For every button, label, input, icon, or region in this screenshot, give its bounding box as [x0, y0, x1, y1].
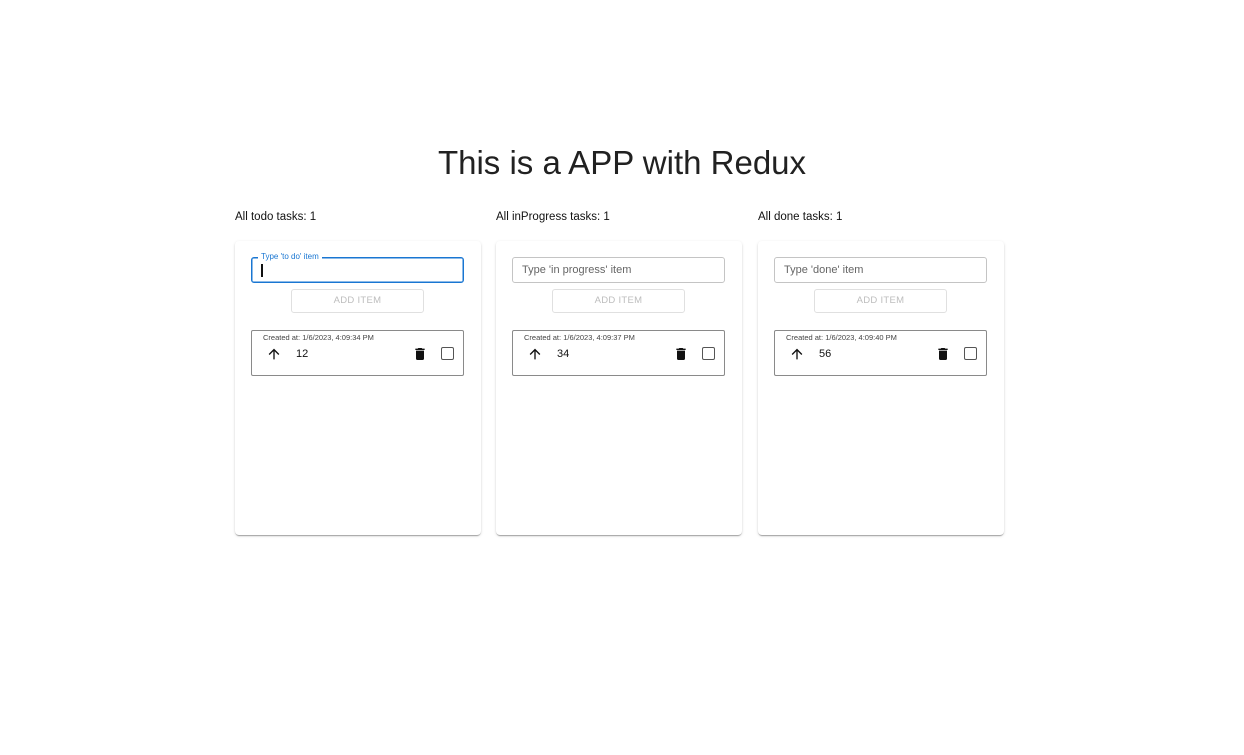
todo-task-item: Created at: 1/6/2023, 4:09:34 PM 12 [251, 330, 464, 376]
todo-count-label: All todo tasks: 1 [235, 211, 317, 223]
trash-icon[interactable] [673, 346, 689, 362]
task-text: 56 [819, 348, 832, 360]
todo-add-item-button[interactable]: Add item [291, 289, 424, 313]
task-created-at: Created at: 1/6/2023, 4:09:37 PM [524, 333, 635, 342]
in-progress-card: Add item Created at: 1/6/2023, 4:09:37 P… [496, 241, 742, 535]
in-progress-input-field[interactable] [512, 257, 725, 283]
todo-card: Type 'to do' item Add item Created at: 1… [235, 241, 481, 535]
arrow-upward-icon[interactable] [266, 346, 282, 362]
checkbox-icon[interactable] [964, 347, 977, 360]
checkbox-icon[interactable] [441, 347, 454, 360]
trash-icon[interactable] [412, 346, 428, 362]
page-title: This is a APP with Redux [437, 144, 807, 181]
in-progress-count-label: All inProgress tasks: 1 [496, 211, 610, 223]
todo-input-field[interactable]: Type 'to do' item [251, 251, 464, 283]
checkbox-icon[interactable] [702, 347, 715, 360]
done-add-item-button[interactable]: Add item [814, 289, 947, 313]
done-task-item: Created at: 1/6/2023, 4:09:40 PM 56 [774, 330, 987, 376]
arrow-upward-icon[interactable] [527, 346, 543, 362]
task-created-at: Created at: 1/6/2023, 4:09:34 PM [263, 333, 374, 342]
done-input-field[interactable] [774, 257, 987, 283]
done-column: All done tasks: 1 Add item Created at: 1… [758, 210, 1004, 535]
arrow-upward-icon[interactable] [789, 346, 805, 362]
done-count-label: All done tasks: 1 [758, 211, 843, 223]
in-progress-column: All inProgress tasks: 1 Add item Created… [496, 210, 742, 535]
todo-input[interactable] [252, 258, 463, 282]
task-text: 12 [296, 348, 309, 360]
done-card: Add item Created at: 1/6/2023, 4:09:40 P… [758, 241, 1004, 535]
task-created-at: Created at: 1/6/2023, 4:09:40 PM [786, 333, 897, 342]
todo-column: All todo tasks: 1 Type 'to do' item Add … [235, 210, 481, 535]
in-progress-task-item: Created at: 1/6/2023, 4:09:37 PM 34 [512, 330, 725, 376]
trash-icon[interactable] [935, 346, 951, 362]
in-progress-add-item-button[interactable]: Add item [552, 289, 685, 313]
done-input[interactable] [775, 258, 986, 282]
task-text: 34 [557, 348, 570, 360]
text-caret [261, 264, 263, 277]
in-progress-input[interactable] [513, 258, 724, 282]
